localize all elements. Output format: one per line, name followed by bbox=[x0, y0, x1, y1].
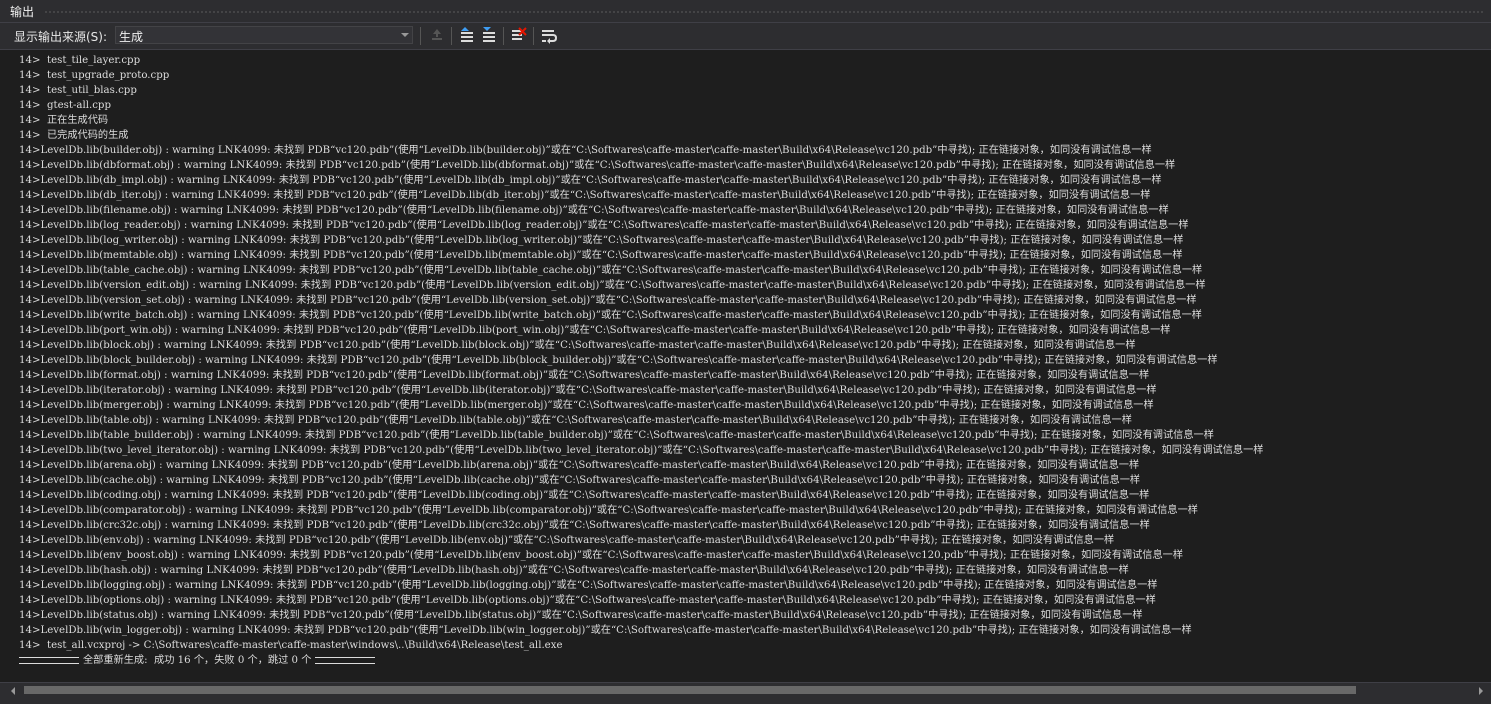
output-line: 14> test_util_blas.cpp bbox=[19, 85, 137, 96]
output-line: 14>LevelDb.lib(format.obj) : warning LNK… bbox=[19, 370, 1150, 381]
output-line: 14>LevelDb.lib(version_set.obj) : warnin… bbox=[19, 295, 1197, 306]
output-line: 14> test_upgrade_proto.cpp bbox=[19, 70, 170, 81]
horizontal-scrollbar[interactable] bbox=[0, 682, 1491, 697]
scroll-right-icon[interactable] bbox=[1479, 687, 1483, 695]
output-line: 14>LevelDb.lib(arena.obj) : warning LNK4… bbox=[19, 460, 1140, 471]
output-source-dropdown[interactable]: 生成 bbox=[115, 26, 413, 44]
clear-all-icon[interactable] bbox=[510, 26, 530, 46]
go-to-previous-message-icon[interactable] bbox=[428, 26, 448, 46]
output-line: 14>LevelDb.lib(options.obj) : warning LN… bbox=[19, 595, 1156, 606]
output-line: 14>LevelDb.lib(env_boost.obj) : warning … bbox=[19, 550, 1184, 561]
output-line: 14>LevelDb.lib(win_logger.obj) : warning… bbox=[19, 625, 1192, 636]
window-title: 输出 bbox=[10, 5, 35, 19]
output-line: 14>LevelDb.lib(db_iter.obj) : warning LN… bbox=[19, 190, 1151, 201]
output-line: 14>LevelDb.lib(two_level_iterator.obj) :… bbox=[19, 445, 1264, 456]
output-line: 14>LevelDb.lib(table_builder.obj) : warn… bbox=[19, 430, 1214, 441]
output-line: 14>LevelDb.lib(env.obj) : warning LNK409… bbox=[19, 535, 1115, 546]
chevron-down-icon bbox=[401, 33, 409, 37]
output-line: 14>LevelDb.lib(block_builder.obj) : warn… bbox=[19, 355, 1218, 366]
output-line: 14> gtest-all.cpp bbox=[19, 100, 111, 111]
output-pane[interactable]: 14> test_tile_layer.cpp 14> test_upgrade_… bbox=[0, 50, 1491, 682]
output-line: 14>LevelDb.lib(coding.obj) : warning LNK… bbox=[19, 490, 1150, 501]
summary-divider bbox=[315, 656, 376, 664]
output-line: 14>LevelDb.lib(logging.obj) : warning LN… bbox=[19, 580, 1158, 591]
output-source-label: 显示输出来源(S): bbox=[14, 30, 108, 44]
output-lines: 14> test_tile_layer.cpp 14> test_upgrade_… bbox=[19, 53, 1263, 668]
titlebar-grip[interactable] bbox=[44, 10, 1485, 14]
scroll-left-icon[interactable] bbox=[11, 687, 15, 695]
scrollbar-thumb[interactable] bbox=[24, 686, 1356, 694]
find-next-icon[interactable] bbox=[480, 26, 500, 46]
output-window-titlebar: 输出 bbox=[0, 0, 1491, 23]
build-summary-text: 全部重新生成: 成功 16 个，失败 0 个，跳过 0 个 bbox=[83, 655, 312, 666]
output-source-value: 生成 bbox=[119, 30, 144, 44]
output-toolbar: 显示输出来源(S): 生成 bbox=[0, 23, 1491, 50]
output-line: 14> 已完成代码的生成 bbox=[19, 130, 129, 141]
output-line: 14>LevelDb.lib(log_reader.obj) : warning… bbox=[19, 220, 1189, 231]
toolbar-separator bbox=[503, 27, 504, 45]
output-line: 14>LevelDb.lib(table_cache.obj) : warnin… bbox=[19, 265, 1203, 276]
output-line: 14>LevelDb.lib(status.obj) : warning LNK… bbox=[19, 610, 1143, 621]
toolbar-separator bbox=[533, 27, 534, 45]
output-line: 14>LevelDb.lib(table.obj) : warning LNK4… bbox=[19, 415, 1132, 426]
output-line: 14>LevelDb.lib(write_batch.obj) : warnin… bbox=[19, 310, 1202, 321]
output-line: 14>LevelDb.lib(memtable.obj) : warning L… bbox=[19, 250, 1183, 261]
output-line: 14>LevelDb.lib(db_impl.obj) : warning LN… bbox=[19, 175, 1162, 186]
toggle-word-wrap-icon[interactable] bbox=[540, 26, 560, 46]
output-line: 14> 正在生成代码 bbox=[19, 115, 109, 126]
toolbar-separator bbox=[420, 27, 421, 45]
output-line: 14> test_all.vcxproj -> C:\Softwares\caf… bbox=[19, 640, 563, 651]
summary-divider bbox=[19, 656, 79, 664]
output-line: 14> test_tile_layer.cpp bbox=[19, 55, 141, 66]
output-line: 14>LevelDb.lib(dbformat.obj) : warning L… bbox=[19, 160, 1176, 171]
output-line: 14>LevelDb.lib(port_win.obj) : warning L… bbox=[19, 325, 1171, 336]
bottom-strip bbox=[0, 697, 1491, 704]
output-line: 14>LevelDb.lib(crc32c.obj) : warning LNK… bbox=[19, 520, 1150, 531]
output-line: 14>LevelDb.lib(comparator.obj) : warning… bbox=[19, 505, 1198, 516]
output-line: 14>LevelDb.lib(hash.obj) : warning LNK40… bbox=[19, 565, 1129, 576]
output-line: 14>LevelDb.lib(log_writer.obj) : warning… bbox=[19, 235, 1184, 246]
toolbar-separator bbox=[451, 27, 452, 45]
output-line: 14>LevelDb.lib(merger.obj) : warning LNK… bbox=[19, 400, 1154, 411]
output-line: 14>LevelDb.lib(builder.obj) : warning LN… bbox=[19, 145, 1152, 156]
build-summary-line: 全部重新生成: 成功 16 个，失败 0 个，跳过 0 个 bbox=[19, 653, 1263, 668]
find-previous-icon[interactable] bbox=[458, 26, 478, 46]
output-line: 14>LevelDb.lib(iterator.obj) : warning L… bbox=[19, 385, 1157, 396]
output-line: 14>LevelDb.lib(version_edit.obj) : warni… bbox=[19, 280, 1206, 291]
output-line: 14>LevelDb.lib(block.obj) : warning LNK4… bbox=[19, 340, 1136, 351]
output-line: 14>LevelDb.lib(cache.obj) : warning LNK4… bbox=[19, 475, 1141, 486]
output-line: 14>LevelDb.lib(filename.obj) : warning L… bbox=[19, 205, 1169, 216]
